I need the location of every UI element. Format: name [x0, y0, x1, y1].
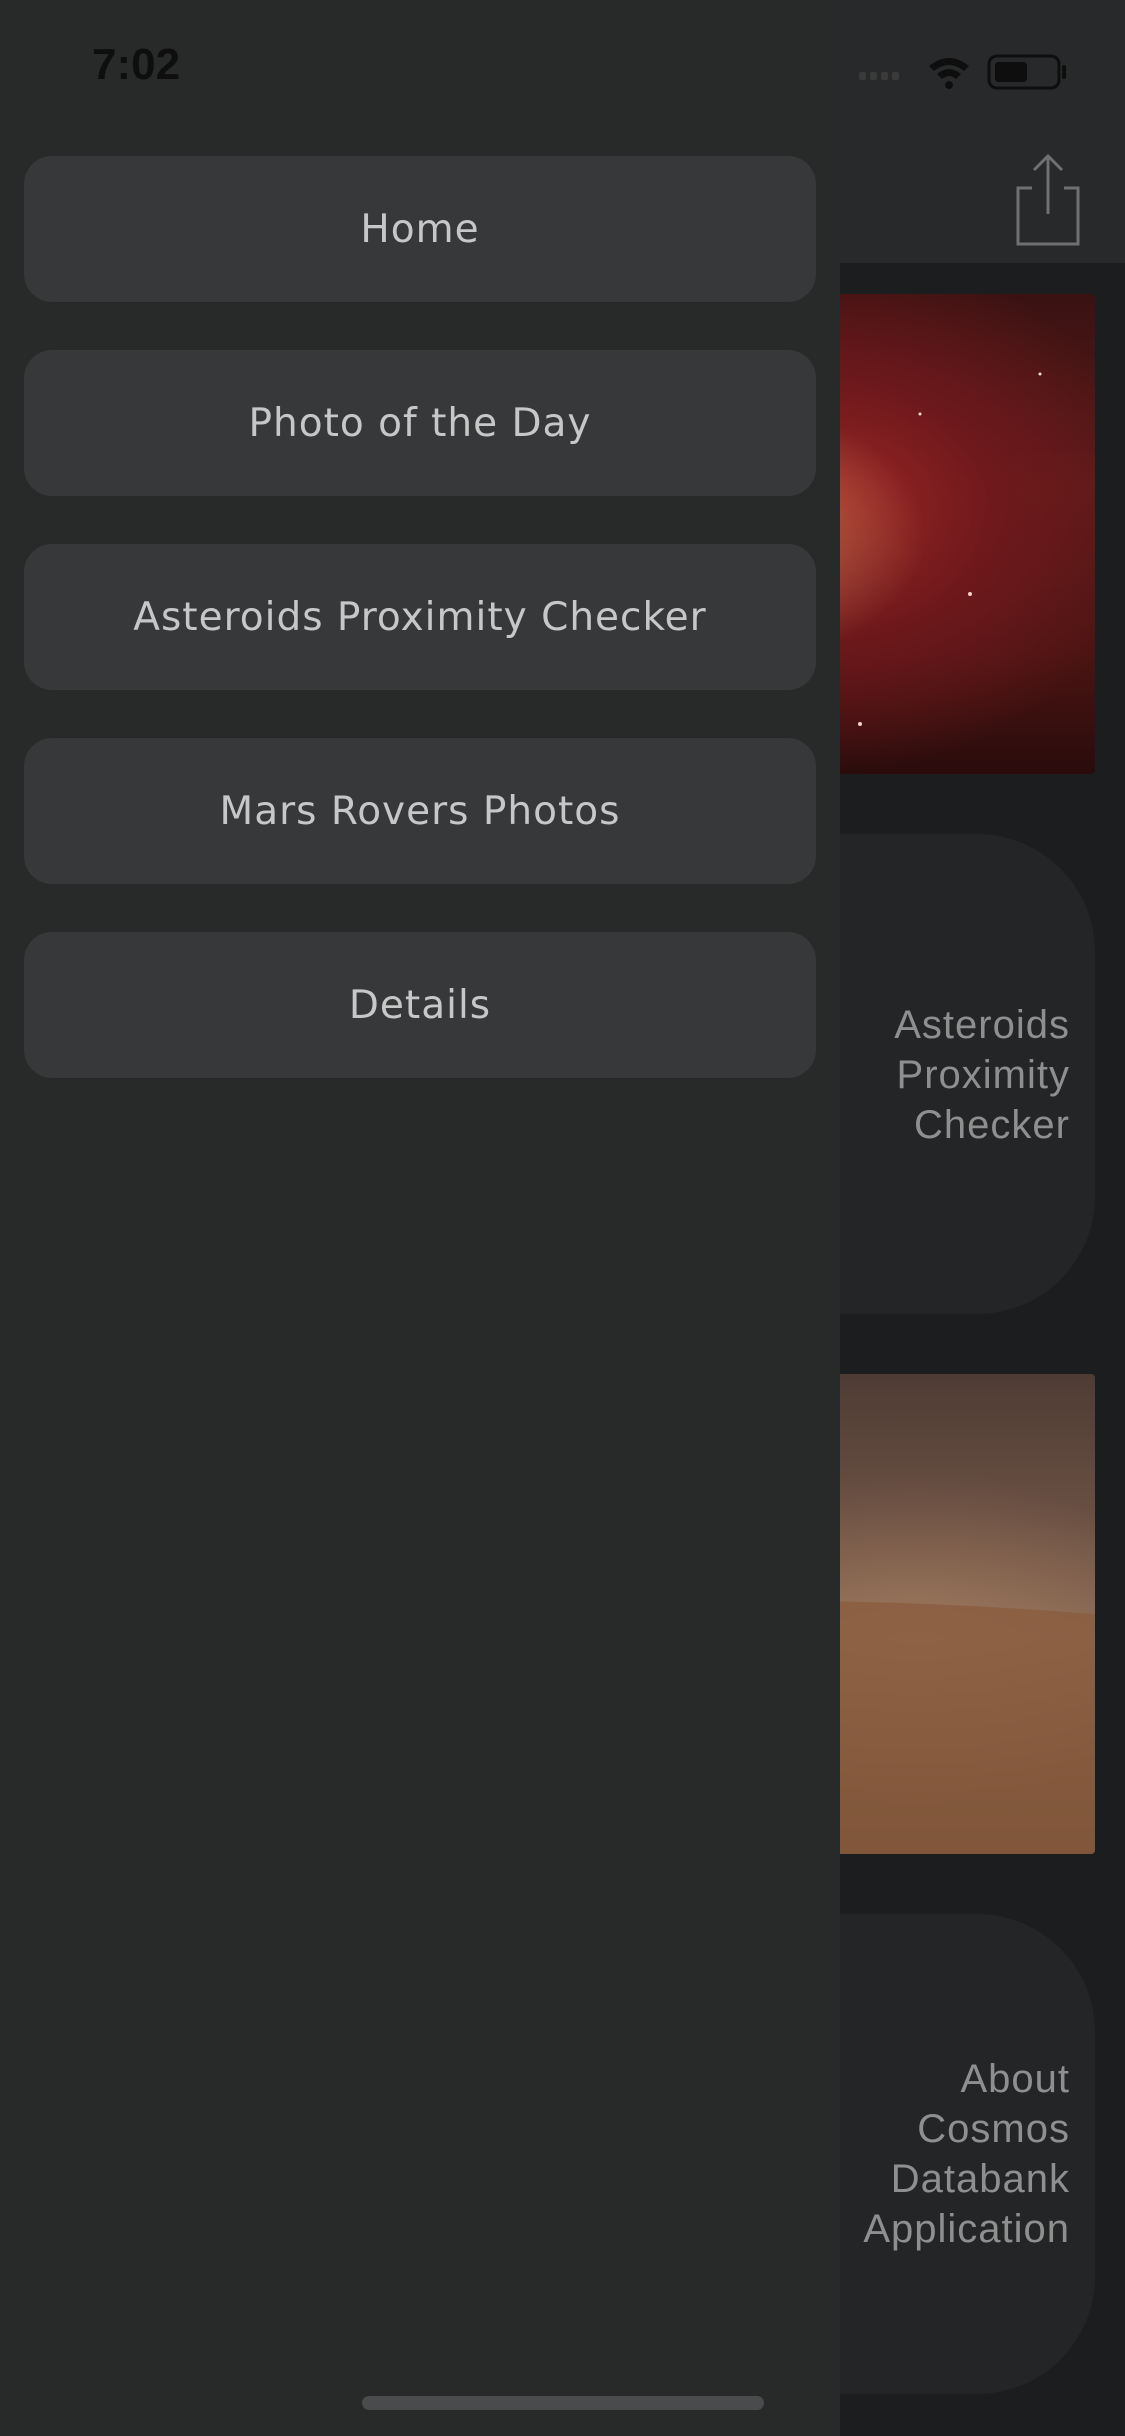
status-icons: [859, 52, 1079, 92]
menu-item-asteroids-proximity-checker[interactable]: Asteroids Proximity Checker: [24, 544, 816, 690]
status-time: 7:02: [92, 40, 181, 89]
menu-item-label: Details: [348, 982, 492, 1028]
menu-item-details[interactable]: Details: [24, 932, 816, 1078]
share-button[interactable]: [1010, 152, 1086, 248]
share-icon: [1016, 153, 1080, 246]
menu-item-label: Home: [360, 206, 480, 252]
home-indicator[interactable]: [362, 2396, 764, 2410]
menu-item-label: Photo of the Day: [248, 400, 592, 446]
app-screen: Asteroids Proximity Checker About Cosmos…: [0, 0, 1125, 2436]
menu-item-mars-rovers-photos[interactable]: Mars Rovers Photos: [24, 738, 816, 884]
wifi-icon: [929, 58, 969, 89]
menu-item-home[interactable]: Home: [24, 156, 816, 302]
navigation-drawer: Home Photo of the Day Asteroids Proximit…: [0, 0, 840, 2436]
menu-item-photo-of-the-day[interactable]: Photo of the Day: [24, 350, 816, 496]
menu-item-label: Asteroids Proximity Checker: [133, 594, 707, 640]
menu-item-label: Mars Rovers Photos: [219, 788, 621, 834]
cellular-icon: [859, 72, 899, 80]
battery-icon: [987, 54, 1066, 90]
